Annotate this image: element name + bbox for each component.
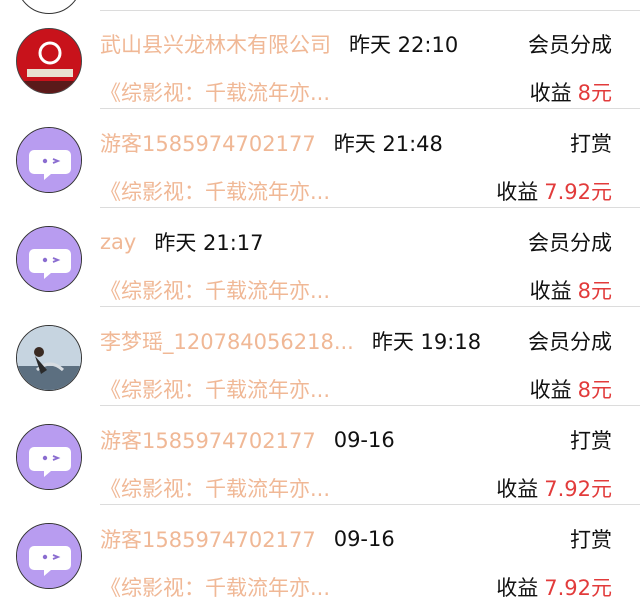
income-amount: 收益 8元 — [530, 77, 612, 107]
avatar — [16, 28, 82, 94]
timestamp: 昨天 19:18 — [371, 330, 482, 354]
timestamp: 昨天 22:10 — [349, 33, 459, 57]
work-title: 《综影视：千载流年亦... — [100, 180, 331, 204]
amount-value: 7.92元 — [544, 477, 612, 501]
income-label: 收益 — [529, 279, 572, 303]
timestamp: 昨天 21:48 — [333, 132, 443, 156]
income-type: 打赏 — [570, 528, 612, 552]
income-amount: 收益 8元 — [530, 374, 612, 404]
amount-value: 8元 — [577, 81, 612, 105]
income-label: 收益 — [496, 576, 539, 600]
avatar — [16, 127, 82, 193]
income-amount: 收益 7.92元 — [496, 473, 612, 503]
user-name: 李梦瑶_120784056218... — [100, 330, 354, 354]
divider — [100, 405, 640, 406]
income-label: 收益 — [496, 180, 539, 204]
timestamp: 09-16 — [333, 428, 395, 452]
work-title: 《综影视：千载流年亦... — [100, 279, 331, 303]
list-item[interactable]: 游客1585974702177 09-16 打赏 《综影视：千载流年亦... 收… — [0, 506, 640, 605]
avatar — [16, 325, 82, 391]
amount-value: 7.92元 — [544, 180, 612, 204]
list-item[interactable]: zay 昨天 21:17 会员分成 《综影视：千载流年亦... 收益 8元 — [0, 209, 640, 308]
default-avatar-icon — [17, 425, 81, 489]
user-name: 武山县兴龙林木有限公司 — [100, 33, 331, 57]
default-avatar-icon — [17, 128, 81, 192]
divider — [100, 108, 640, 109]
user-name: 游客1585974702177 — [100, 429, 316, 453]
list-item[interactable]: 游客1585974702177 昨天 21:48 打赏 《综影视：千载流年亦..… — [0, 110, 640, 209]
photo-avatar-icon — [17, 326, 81, 390]
income-type: 会员分成 — [528, 231, 612, 255]
amount-value: 8元 — [577, 279, 612, 303]
amount-value: 7.92元 — [544, 576, 612, 600]
income-type: 打赏 — [570, 429, 612, 453]
income-type: 会员分成 — [528, 33, 612, 57]
list-item[interactable]: 武山县兴龙林木有限公司 昨天 22:10 会员分成 《综影视：千载流年亦... … — [0, 11, 640, 110]
income-label: 收益 — [496, 477, 539, 501]
income-amount: 收益 7.92元 — [496, 176, 612, 206]
divider — [100, 306, 640, 307]
income-label: 收益 — [529, 378, 572, 402]
work-title: 《综影视：千载流年亦... — [100, 477, 331, 501]
default-avatar-icon — [17, 524, 81, 588]
income-type: 打赏 — [570, 132, 612, 156]
list-item[interactable]: 李梦瑶_120784056218... 昨天 19:18 会员分成 《综影视：千… — [0, 308, 640, 407]
income-label: 收益 — [529, 81, 572, 105]
divider — [100, 504, 640, 505]
income-type: 会员分成 — [528, 330, 612, 354]
avatar — [16, 523, 82, 589]
income-amount: 收益 8元 — [530, 275, 612, 305]
user-name: 游客1585974702177 — [100, 528, 316, 552]
photo-avatar-icon — [17, 29, 81, 93]
work-title: 《综影视：千载流年亦... — [100, 576, 331, 600]
default-avatar-icon — [17, 227, 81, 291]
avatar — [16, 424, 82, 490]
timestamp: 昨天 21:17 — [154, 231, 264, 255]
income-amount: 收益 7.92元 — [496, 572, 612, 602]
amount-value: 8元 — [577, 378, 612, 402]
avatar — [16, 226, 82, 292]
user-name: 游客1585974702177 — [100, 132, 316, 156]
work-title: 《综影视：千载流年亦... — [100, 378, 331, 402]
list-item[interactable]: 游客1585974702177 09-16 打赏 《综影视：千载流年亦... 收… — [0, 407, 640, 506]
user-name: zay — [100, 230, 137, 254]
work-title: 《综影视：千载流年亦... — [100, 81, 331, 105]
timestamp: 09-16 — [333, 527, 395, 551]
divider — [100, 207, 640, 208]
